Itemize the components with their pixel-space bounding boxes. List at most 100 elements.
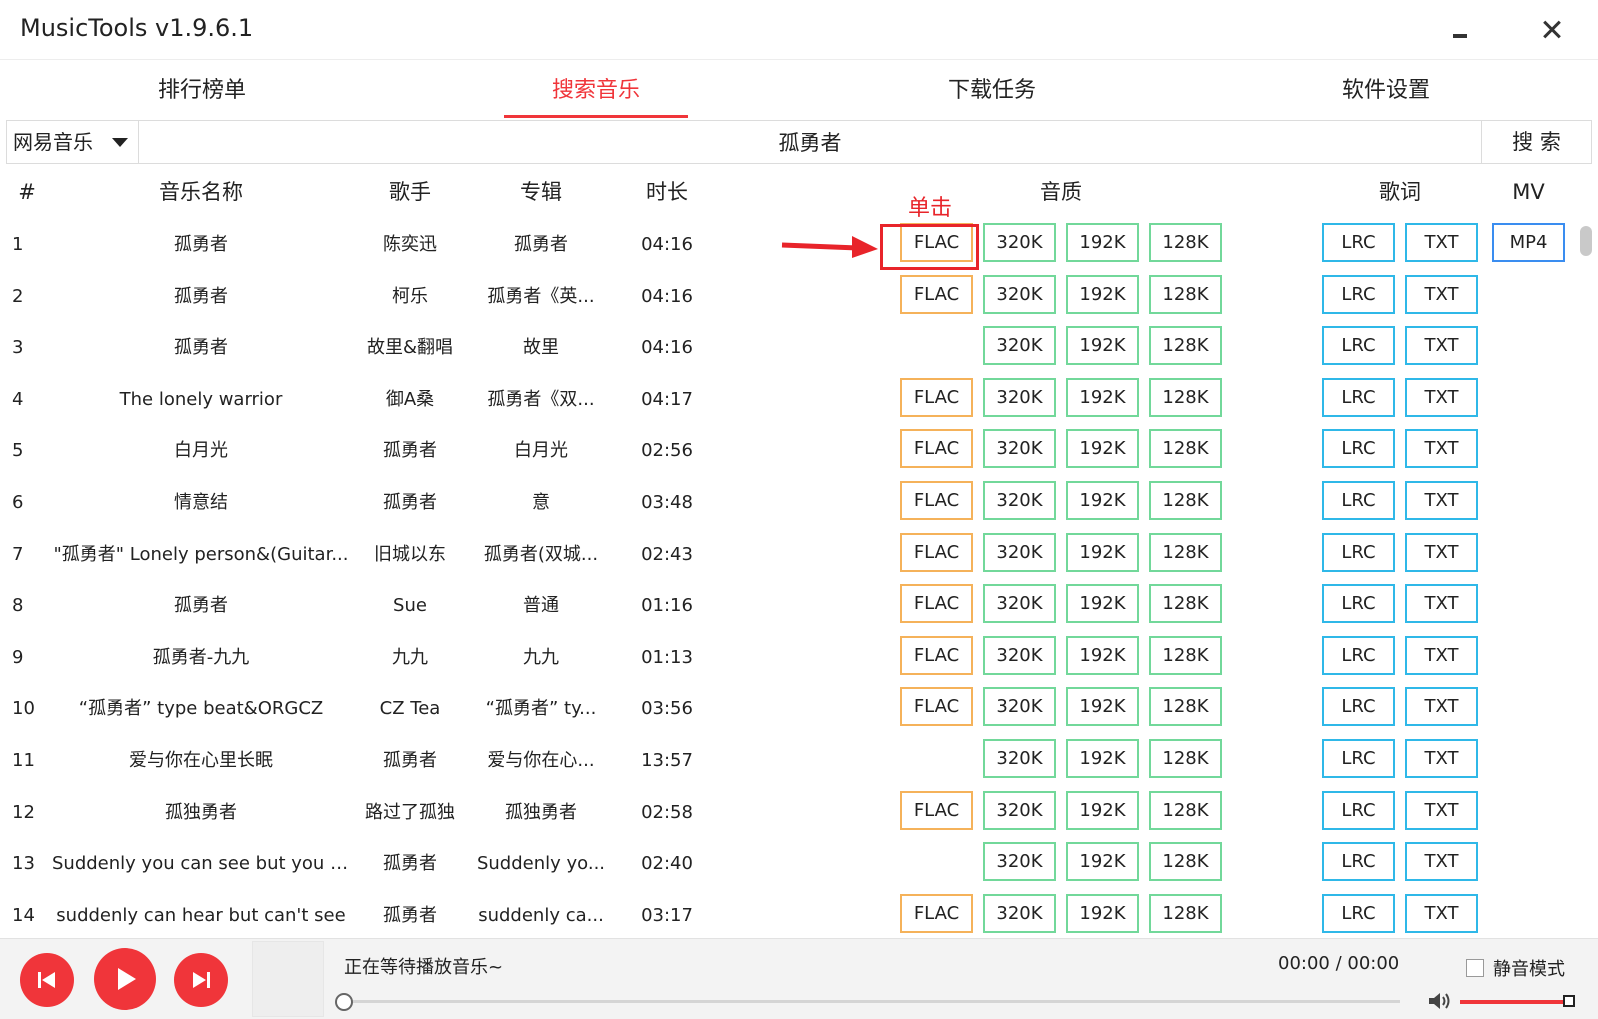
download-txt-button[interactable]: TXT xyxy=(1405,378,1478,417)
music-source-dropdown[interactable]: 网易音乐 xyxy=(7,121,139,163)
download-320k-button[interactable]: 320K xyxy=(983,584,1056,623)
table-row[interactable]: 2 孤勇者 柯乐 孤勇者《英... 04:16 FLAC 320K 192K 128K LRC TX… xyxy=(0,270,1574,323)
close-button[interactable] xyxy=(1532,10,1572,50)
download-lrc-button[interactable]: LRC xyxy=(1322,636,1395,675)
table-row[interactable]: 8 孤勇者 Sue 普通 01:16 FLAC 320K 192K 128K LRC TXT xyxy=(0,579,1574,632)
download-320k-button[interactable]: 320K xyxy=(983,739,1056,778)
download-flac-button[interactable]: FLAC xyxy=(900,429,973,468)
download-flac-button[interactable]: FLAC xyxy=(900,533,973,572)
download-128k-button[interactable]: 128K xyxy=(1149,378,1222,417)
download-lrc-button[interactable]: LRC xyxy=(1322,481,1395,520)
download-lrc-button[interactable]: LRC xyxy=(1322,842,1395,881)
download-txt-button[interactable]: TXT xyxy=(1405,636,1478,675)
tab-search-music[interactable]: 搜索音乐 xyxy=(496,62,696,120)
download-192k-button[interactable]: 192K xyxy=(1066,326,1139,365)
download-320k-button[interactable]: 320K xyxy=(983,481,1056,520)
download-lrc-button[interactable]: LRC xyxy=(1322,791,1395,830)
download-lrc-button[interactable]: LRC xyxy=(1322,739,1395,778)
table-row[interactable]: 13 Suddenly you can see but you c... 孤勇者 Su… xyxy=(0,837,1574,890)
download-320k-button[interactable]: 320K xyxy=(983,842,1056,881)
download-lrc-button[interactable]: LRC xyxy=(1322,584,1395,623)
table-row[interactable]: 6 情意结 孤勇者 意 03:48 FLAC 320K 192K 128K LRC TXT xyxy=(0,476,1574,529)
download-192k-button[interactable]: 192K xyxy=(1066,791,1139,830)
volume-slider[interactable] xyxy=(1460,1000,1570,1004)
download-txt-button[interactable]: TXT xyxy=(1405,223,1478,262)
download-192k-button[interactable]: 192K xyxy=(1066,378,1139,417)
download-128k-button[interactable]: 128K xyxy=(1149,894,1222,933)
table-row[interactable]: 10 “孤勇者” type beat&ORGCZ CZ Tea “孤勇者” ty...… xyxy=(0,682,1574,735)
volume-icon[interactable] xyxy=(1427,990,1453,1012)
table-row[interactable]: 12 孤独勇者 路过了孤独 孤独勇者 02:58 FLAC 320K 192K 128K LRC T… xyxy=(0,786,1574,839)
download-192k-button[interactable]: 192K xyxy=(1066,275,1139,314)
download-txt-button[interactable]: TXT xyxy=(1405,481,1478,520)
download-192k-button[interactable]: 192K xyxy=(1066,894,1139,933)
download-lrc-button[interactable]: LRC xyxy=(1322,275,1395,314)
minimize-button[interactable] xyxy=(1440,10,1480,50)
download-txt-button[interactable]: TXT xyxy=(1405,791,1478,830)
download-128k-button[interactable]: 128K xyxy=(1149,636,1222,675)
download-mv-button[interactable]: MP4 xyxy=(1492,223,1565,262)
table-row[interactable]: 9 孤勇者-九九 九九 九九 01:13 FLAC 320K 192K 128K LRC TXT xyxy=(0,631,1574,684)
download-128k-button[interactable]: 128K xyxy=(1149,533,1222,572)
table-row[interactable]: 7 "孤勇者" Lonely person&(Guitar... 旧城以东 孤勇者(双… xyxy=(0,528,1574,581)
download-txt-button[interactable]: TXT xyxy=(1405,533,1478,572)
download-320k-button[interactable]: 320K xyxy=(983,223,1056,262)
table-row[interactable]: 3 孤勇者 故里&翻唱 故里 04:16 320K 192K 128K LRC TXT xyxy=(0,321,1574,374)
table-row[interactable]: 4 The lonely warrior 御A桑 孤勇者《双... 04:17 FLAC 3… xyxy=(0,373,1574,426)
download-txt-button[interactable]: TXT xyxy=(1405,326,1478,365)
download-128k-button[interactable]: 128K xyxy=(1149,842,1222,881)
download-192k-button[interactable]: 192K xyxy=(1066,842,1139,881)
scrollbar-thumb[interactable] xyxy=(1580,226,1592,256)
search-input[interactable] xyxy=(140,121,1480,163)
download-txt-button[interactable]: TXT xyxy=(1405,842,1478,881)
download-192k-button[interactable]: 192K xyxy=(1066,223,1139,262)
download-flac-button[interactable]: FLAC xyxy=(900,894,973,933)
download-192k-button[interactable]: 192K xyxy=(1066,636,1139,675)
download-128k-button[interactable]: 128K xyxy=(1149,687,1222,726)
download-flac-button[interactable]: FLAC xyxy=(900,636,973,675)
download-192k-button[interactable]: 192K xyxy=(1066,687,1139,726)
download-lrc-button[interactable]: LRC xyxy=(1322,223,1395,262)
download-lrc-button[interactable]: LRC xyxy=(1322,326,1395,365)
download-flac-button[interactable]: FLAC xyxy=(900,275,973,314)
download-320k-button[interactable]: 320K xyxy=(983,378,1056,417)
download-txt-button[interactable]: TXT xyxy=(1405,687,1478,726)
mute-checkbox[interactable] xyxy=(1466,959,1484,977)
download-320k-button[interactable]: 320K xyxy=(983,533,1056,572)
download-128k-button[interactable]: 128K xyxy=(1149,275,1222,314)
download-128k-button[interactable]: 128K xyxy=(1149,739,1222,778)
download-128k-button[interactable]: 128K xyxy=(1149,584,1222,623)
download-192k-button[interactable]: 192K xyxy=(1066,481,1139,520)
previous-track-button[interactable] xyxy=(20,953,74,1007)
download-flac-button[interactable]: FLAC xyxy=(900,584,973,623)
volume-slider-handle[interactable] xyxy=(1563,995,1575,1007)
download-flac-button[interactable]: FLAC xyxy=(900,481,973,520)
search-button[interactable]: 搜 索 xyxy=(1481,121,1591,163)
download-txt-button[interactable]: TXT xyxy=(1405,275,1478,314)
table-row[interactable]: 5 白月光 孤勇者 白月光 02:56 FLAC 320K 192K 128K LRC TXT xyxy=(0,424,1574,477)
next-track-button[interactable] xyxy=(174,953,228,1007)
download-lrc-button[interactable]: LRC xyxy=(1322,894,1395,933)
download-192k-button[interactable]: 192K xyxy=(1066,584,1139,623)
download-txt-button[interactable]: TXT xyxy=(1405,584,1478,623)
table-row[interactable]: 11 爱与你在心里长眠 孤勇者 爱与你在心... 13:57 320K 192K 128K LR… xyxy=(0,734,1574,787)
download-192k-button[interactable]: 192K xyxy=(1066,739,1139,778)
download-flac-button[interactable]: FLAC xyxy=(900,378,973,417)
download-128k-button[interactable]: 128K xyxy=(1149,429,1222,468)
download-128k-button[interactable]: 128K xyxy=(1149,326,1222,365)
download-lrc-button[interactable]: LRC xyxy=(1322,378,1395,417)
download-320k-button[interactable]: 320K xyxy=(983,275,1056,314)
download-flac-button[interactable]: FLAC xyxy=(900,687,973,726)
download-320k-button[interactable]: 320K xyxy=(983,429,1056,468)
tab-download-tasks[interactable]: 下载任务 xyxy=(892,62,1092,120)
download-320k-button[interactable]: 320K xyxy=(983,791,1056,830)
download-320k-button[interactable]: 320K xyxy=(983,894,1056,933)
download-192k-button[interactable]: 192K xyxy=(1066,429,1139,468)
download-320k-button[interactable]: 320K xyxy=(983,326,1056,365)
progress-bar[interactable] xyxy=(344,1000,1400,1003)
download-txt-button[interactable]: TXT xyxy=(1405,739,1478,778)
download-128k-button[interactable]: 128K xyxy=(1149,223,1222,262)
download-lrc-button[interactable]: LRC xyxy=(1322,429,1395,468)
results-scrollbar[interactable] xyxy=(1576,218,1596,933)
download-320k-button[interactable]: 320K xyxy=(983,636,1056,675)
